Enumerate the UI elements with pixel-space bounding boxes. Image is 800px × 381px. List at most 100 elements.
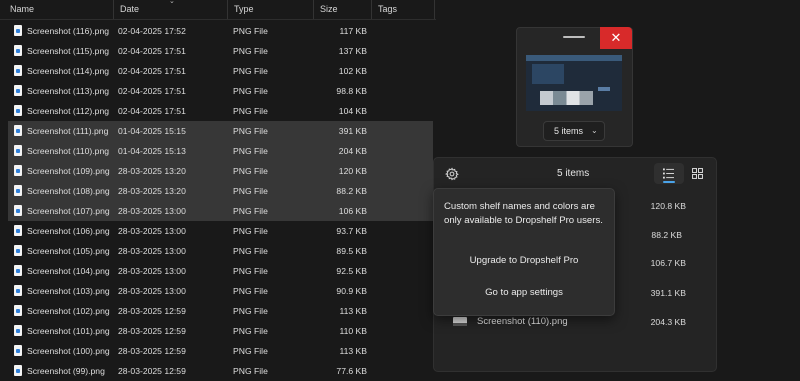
file-row[interactable]: Screenshot (115).png 02-04-2025 17:51 PNG … [8, 41, 433, 61]
file-row[interactable]: Screenshot (107).png 28-03-2025 13:00 PNG … [8, 201, 433, 221]
file-date: 02-04-2025 17:51 [118, 66, 186, 76]
file-date: 28-03-2025 13:00 [118, 266, 186, 276]
file-size: 113 KB [339, 306, 367, 316]
file-type: PNG File [233, 86, 268, 96]
file-name: Screenshot (100).png [27, 346, 110, 356]
shelf-item-count: 5 items [557, 168, 590, 179]
file-date: 28-03-2025 13:20 [118, 186, 186, 196]
file-type: PNG File [233, 126, 268, 136]
file-explorer: ⌄ Name Date Type Size Tags Screenshot (1… [0, 0, 436, 380]
column-header-size-label: Size [320, 4, 338, 14]
column-header-tags-label: Tags [378, 4, 398, 14]
file-png-icon [14, 45, 22, 56]
file-png-icon [14, 345, 22, 356]
close-button[interactable]: ✕ [600, 27, 632, 49]
file-date: 28-03-2025 13:00 [118, 286, 186, 296]
file-row[interactable]: Screenshot (100).png 28-03-2025 12:59 PNG … [8, 341, 433, 361]
shelf-item-size: 106.7 KB [650, 258, 686, 268]
column-header-size[interactable]: Size [314, 0, 370, 19]
file-type: PNG File [233, 306, 268, 316]
preview-panel [532, 64, 564, 84]
file-date: 28-03-2025 12:59 [118, 326, 186, 336]
file-date: 28-03-2025 12:59 [118, 366, 186, 376]
file-row[interactable]: Screenshot (99).png 28-03-2025 12:59 PNG F… [8, 361, 433, 381]
file-png-icon [14, 325, 22, 336]
file-size: 90.9 KB [336, 286, 367, 296]
file-type: PNG File [233, 246, 268, 256]
file-type: PNG File [233, 106, 268, 116]
file-png-icon [14, 25, 22, 36]
column-header-date-label: Date [120, 4, 140, 14]
file-row[interactable]: Screenshot (108).png 28-03-2025 13:20 PNG … [8, 181, 433, 201]
file-png-icon [14, 165, 22, 176]
upgrade-pro-button[interactable]: Upgrade to Dropshelf Pro [436, 250, 612, 272]
pro-upsell-message: Custom shelf names and colors are only a… [444, 201, 603, 226]
file-date: 28-03-2025 13:00 [118, 246, 186, 256]
file-name: Screenshot (105).png [27, 246, 110, 256]
file-row[interactable]: Screenshot (116).png 02-04-2025 17:52 PNG … [8, 21, 433, 41]
file-name: Screenshot (116).png [27, 26, 110, 36]
file-type: PNG File [233, 366, 268, 376]
file-row[interactable]: Screenshot (111).png 01-04-2025 15:15 PNG … [8, 121, 433, 141]
column-header-name-label: Name [10, 4, 35, 14]
column-header-type[interactable]: Type [228, 0, 312, 19]
list-view-icon [663, 168, 674, 179]
items-dropdown-button[interactable]: 5 items ⌄ [543, 121, 605, 141]
file-date: 02-04-2025 17:51 [118, 46, 186, 56]
file-type: PNG File [233, 186, 268, 196]
file-date: 02-04-2025 17:51 [118, 86, 186, 96]
file-size: 92.5 KB [336, 266, 367, 276]
file-size: 104 KB [338, 106, 367, 116]
file-date: 01-04-2025 15:15 [118, 126, 186, 136]
gear-icon[interactable] [445, 167, 459, 181]
column-header-row: ⌄ Name Date Type Size Tags [0, 0, 436, 20]
file-size: 110 KB [339, 326, 367, 336]
file-type: PNG File [233, 286, 268, 296]
column-header-name[interactable]: Name [0, 0, 112, 19]
file-size: 106 KB [338, 206, 367, 216]
file-size: 102 KB [338, 66, 367, 76]
file-row[interactable]: Screenshot (110).png 01-04-2025 15:13 PNG … [8, 141, 433, 161]
file-name: Screenshot (103).png [27, 286, 110, 296]
file-png-icon [14, 145, 22, 156]
file-size: 93.7 KB [336, 226, 367, 236]
file-size: 391 KB [338, 126, 367, 136]
drag-handle[interactable] [563, 36, 585, 38]
file-size: 89.5 KB [336, 246, 367, 256]
file-date: 28-03-2025 12:59 [118, 346, 186, 356]
file-row[interactable]: Screenshot (104).png 28-03-2025 13:00 PNG … [8, 261, 433, 281]
column-header-tags[interactable]: Tags [372, 0, 434, 19]
file-row[interactable]: Screenshot (113).png 02-04-2025 17:51 PNG … [8, 81, 433, 101]
chevron-down-icon: ⌄ [591, 126, 598, 135]
file-png-icon [14, 285, 22, 296]
file-name: Screenshot (109).png [27, 166, 110, 176]
shelf-item-size: 391.1 KB [650, 288, 686, 298]
column-divider[interactable] [434, 0, 435, 19]
file-size: 113 KB [339, 346, 367, 356]
file-size: 117 KB [339, 26, 367, 36]
active-view-indicator [663, 181, 675, 183]
file-png-icon [14, 105, 22, 116]
file-row[interactable]: Screenshot (105).png 28-03-2025 13:00 PNG … [8, 241, 433, 261]
file-type: PNG File [233, 146, 268, 156]
file-type: PNG File [233, 26, 268, 36]
grid-view-icon[interactable] [692, 168, 703, 179]
column-header-date[interactable]: Date [114, 0, 226, 19]
shelf-item-size: 120.8 KB [650, 201, 686, 211]
file-row[interactable]: Screenshot (103).png 28-03-2025 13:00 PNG … [8, 281, 433, 301]
file-row[interactable]: Screenshot (106).png 28-03-2025 13:00 PNG … [8, 221, 433, 241]
file-row[interactable]: Screenshot (109).png 28-03-2025 13:20 PNG … [8, 161, 433, 181]
shelf-item-size: 88.2 KB [651, 230, 682, 240]
shelf-item-size: 204.3 KB [650, 317, 686, 327]
app-settings-button[interactable]: Go to app settings [436, 282, 612, 304]
file-png-icon [14, 185, 22, 196]
file-name: Screenshot (99).png [27, 366, 105, 376]
file-row[interactable]: Screenshot (102).png 28-03-2025 12:59 PNG … [8, 301, 433, 321]
items-dropdown-label: 5 items [554, 126, 584, 136]
file-row[interactable]: Screenshot (112).png 02-04-2025 17:51 PNG … [8, 101, 433, 121]
file-row[interactable]: Screenshot (114).png 02-04-2025 17:51 PNG … [8, 61, 433, 81]
file-row[interactable]: Screenshot (101).png 28-03-2025 12:59 PNG … [8, 321, 433, 341]
shelf-item-name[interactable]: Screenshot (110).png [477, 316, 568, 328]
file-date: 02-04-2025 17:51 [118, 106, 186, 116]
file-type: PNG File [233, 226, 268, 236]
